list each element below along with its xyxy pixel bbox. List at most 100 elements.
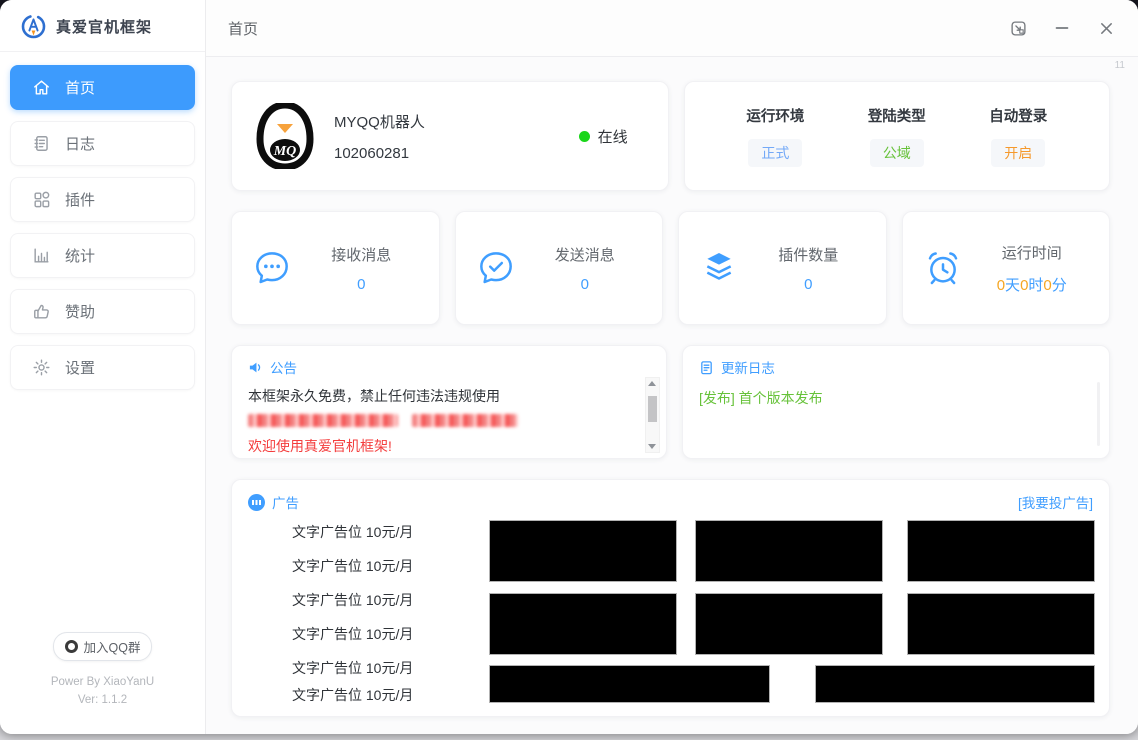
uptime-minutes: 0 [1043, 277, 1051, 294]
scroll-up-icon[interactable] [648, 381, 656, 386]
ad-image-redacted[interactable] [696, 521, 882, 581]
announcement-header: 公告 [248, 357, 650, 377]
stat-texts: 接收消息 0 [292, 244, 431, 293]
close-button[interactable] [1096, 18, 1116, 38]
main-area: 首页 11 [206, 0, 1138, 734]
sidebar: 真爱官机框架 首页 日志 [0, 0, 206, 734]
announcement-card: 公告 本框架永久免费，禁止任何违法违规使用 欢迎使用真爱官机框架! [231, 345, 667, 459]
sidebar-footer: 加入QQ群 Power By XiaoYanU Ver: 1.1.2 [0, 632, 205, 710]
stat-card-plugins: 插件数量 0 [678, 211, 887, 325]
ad-text-slot[interactable]: 文字广告位 10元/月 [292, 658, 413, 678]
plugins-count-icon [699, 248, 739, 288]
ad-image-redacted[interactable] [908, 521, 1094, 581]
page-title: 首页 [228, 18, 258, 39]
bot-account: 102060281 [334, 145, 425, 162]
sidebar-item-plugins[interactable]: 插件 [10, 177, 195, 222]
ad-badge-icon [248, 494, 265, 511]
stat-card-received: 接收消息 0 [231, 211, 440, 325]
env-label: 运行环境 [746, 105, 804, 126]
window-controls [1008, 18, 1116, 38]
ad-text-slot[interactable]: 文字广告位 10元/月 [292, 685, 413, 705]
sidebar-menu: 首页 日志 插件 [0, 65, 205, 401]
env-value-badge: 开启 [991, 139, 1045, 167]
announcement-scrollbar[interactable] [645, 377, 660, 453]
svg-text:MQ: MQ [273, 144, 297, 159]
log-icon [32, 134, 51, 153]
join-qq-group-button[interactable]: 加入QQ群 [53, 632, 153, 661]
changelog-scroll-track[interactable] [1097, 382, 1100, 446]
stat-label: 运行时间 [1002, 242, 1062, 263]
ad-image-redacted[interactable] [908, 594, 1094, 654]
app-logo-row: 真爱官机框架 [0, 0, 205, 52]
scroll-down-icon[interactable] [648, 444, 656, 449]
minimize-to-tray-button[interactable] [1008, 18, 1028, 38]
join-qq-group-label: 加入QQ群 [84, 637, 141, 656]
env-auto-login: 自动登录 开启 [989, 105, 1047, 167]
changelog-doc-icon [699, 360, 714, 375]
changelog-title: 更新日志 [721, 357, 775, 377]
sidebar-item-stats[interactable]: 统计 [10, 233, 195, 278]
uptime-hours-unit: 时 [1028, 277, 1043, 294]
ad-text-slot[interactable]: 文字广告位 10元/月 [292, 624, 413, 644]
sidebar-item-label: 统计 [65, 245, 95, 266]
stat-label: 发送消息 [555, 244, 615, 265]
sponsor-icon [32, 302, 51, 321]
qq-icon [65, 640, 78, 653]
env-login-type: 登陆类型 公域 [868, 105, 926, 167]
uptime-days: 0 [997, 277, 1005, 294]
ad-image-redacted[interactable] [696, 594, 882, 654]
announcement-line: 欢迎使用真爱官机框架! [248, 436, 650, 456]
sidebar-item-settings[interactable]: 设置 [10, 345, 195, 390]
submit-ad-link[interactable]: [我要投广告] [1018, 492, 1093, 512]
content: MQ MYQQ机器人 102060281 在线 运行环境 正式 [206, 57, 1138, 717]
app-logo-icon [20, 13, 47, 40]
env-label: 登陆类型 [868, 105, 926, 126]
bot-avatar: MQ [256, 103, 314, 169]
app-window: 真爱官机框架 首页 日志 [0, 0, 1138, 734]
env-runtime-env: 运行环境 正式 [746, 105, 804, 167]
ad-text-slot[interactable]: 文字广告位 10元/月 [292, 590, 413, 610]
minimize-button[interactable] [1052, 18, 1072, 38]
minimize-icon [1054, 20, 1070, 36]
sidebar-item-label: 首页 [65, 77, 95, 98]
status-badge: 在线 [579, 126, 628, 147]
stat-value: 0 [581, 276, 589, 293]
environment-card: 运行环境 正式 登陆类型 公域 自动登录 开启 [684, 81, 1110, 191]
ad-image-redacted[interactable] [490, 666, 769, 702]
uptime-minutes-unit: 分 [1052, 277, 1067, 294]
sidebar-item-label: 日志 [65, 133, 95, 154]
redacted-text-block [412, 414, 518, 427]
ads-header: 广告 [我要投广告] [248, 492, 1093, 512]
sidebar-item-home[interactable]: 首页 [10, 65, 195, 110]
changelog-header: 更新日志 [699, 357, 1093, 377]
ads-card: 广告 [我要投广告] 文字广告位 10元/月 文字广告位 10元/月 文字广告位… [231, 479, 1110, 717]
row-profile: MQ MYQQ机器人 102060281 在线 运行环境 正式 [231, 81, 1110, 191]
version-text: Ver: 1.1.2 [0, 692, 205, 710]
ad-image-redacted[interactable] [816, 666, 1094, 702]
profile-texts: MYQQ机器人 102060281 [334, 111, 425, 162]
online-dot-icon [579, 131, 590, 142]
stat-value: 0 [357, 276, 365, 293]
close-icon [1099, 21, 1114, 36]
row-stats: 接收消息 0 发送消息 0 [231, 211, 1110, 325]
scrollbar-thumb[interactable] [648, 396, 657, 422]
ad-text-slot[interactable]: 文字广告位 10元/月 [292, 556, 413, 576]
env-label: 自动登录 [989, 105, 1047, 126]
ads-body: 文字广告位 10元/月 文字广告位 10元/月 文字广告位 10元/月 文字广告… [248, 518, 1093, 706]
sidebar-item-logs[interactable]: 日志 [10, 121, 195, 166]
app-title: 真爱官机框架 [56, 16, 152, 37]
ad-image-redacted[interactable] [490, 521, 676, 581]
sidebar-item-label: 设置 [65, 357, 95, 378]
row-panels: 公告 本框架永久免费，禁止任何违法违规使用 欢迎使用真爱官机框架! [231, 345, 1110, 459]
announcement-title: 公告 [270, 357, 297, 377]
redacted-text-block [248, 414, 398, 427]
env-value-badge: 正式 [748, 139, 802, 167]
stats-icon [32, 246, 51, 265]
ad-text-slot[interactable]: 文字广告位 10元/月 [292, 522, 413, 542]
stat-card-sent: 发送消息 0 [455, 211, 664, 325]
ad-image-redacted[interactable] [490, 594, 676, 654]
sidebar-item-sponsor[interactable]: 赞助 [10, 289, 195, 334]
stat-label: 接收消息 [331, 244, 391, 265]
stat-label: 插件数量 [778, 244, 838, 265]
ads-title: 广告 [272, 492, 299, 512]
